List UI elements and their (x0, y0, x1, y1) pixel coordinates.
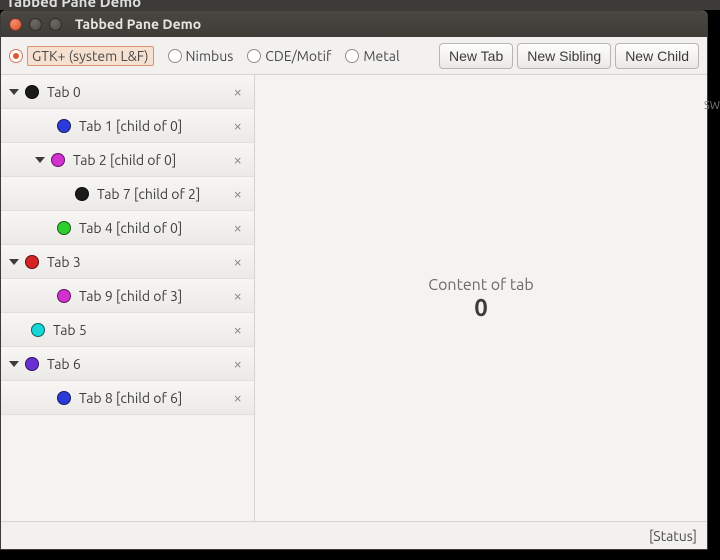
radio-label: Nimbus (186, 48, 234, 64)
lookandfeel-radio-metal[interactable]: Metal (345, 48, 399, 64)
close-tab-icon[interactable]: × (228, 151, 248, 168)
tab-label: Tab 8 [child of 6] (79, 390, 228, 406)
disclosure-triangle-icon[interactable] (9, 259, 19, 265)
tab-label: Tab 3 (47, 254, 228, 270)
window-minimize-button[interactable] (29, 18, 42, 31)
body: Tab 0×Tab 1 [child of 0]×Tab 2 [child of… (1, 75, 707, 521)
content-label: Content of tab (428, 276, 533, 294)
previous-window-title: Tabbed Pane Demo (6, 0, 141, 10)
tree-row[interactable]: Tab 0× (1, 75, 254, 109)
disclosure-spacer (35, 227, 51, 228)
tab-label: Tab 1 [child of 0] (79, 118, 228, 134)
toolbar: GTK+ (system L&F) Nimbus CDE/Motif Metal Ne… (1, 37, 707, 75)
tab-label: Tab 6 (47, 356, 228, 372)
tab-tree: Tab 0×Tab 1 [child of 0]×Tab 2 [child of… (1, 75, 255, 521)
tab-color-dot-icon (57, 289, 71, 303)
tree-row[interactable]: Tab 6× (1, 347, 254, 381)
tab-color-dot-icon (51, 153, 65, 167)
radio-icon (247, 49, 261, 63)
disclosure-spacer (35, 295, 51, 296)
disclosure-triangle-icon[interactable] (9, 89, 19, 95)
lookandfeel-radio-gtk[interactable]: GTK+ (system L&F) (9, 46, 154, 66)
tab-color-dot-icon (25, 255, 39, 269)
previous-window-titlebar: Tabbed Pane Demo (0, 0, 720, 10)
close-tab-icon[interactable]: × (228, 287, 248, 304)
new-sibling-button[interactable]: New Sibling (517, 43, 611, 69)
new-tab-button[interactable]: New Tab (439, 43, 513, 69)
close-tab-icon[interactable]: × (228, 253, 248, 270)
close-tab-icon[interactable]: × (228, 117, 248, 134)
tree-row[interactable]: Tab 1 [child of 0]× (1, 109, 254, 143)
disclosure-spacer (35, 125, 51, 126)
radio-icon (168, 49, 182, 63)
tab-color-dot-icon (57, 119, 71, 133)
close-tab-icon[interactable]: × (228, 185, 248, 202)
disclosure-spacer (9, 329, 25, 330)
radio-icon (345, 49, 359, 63)
lookandfeel-radio-nimbus[interactable]: Nimbus (168, 48, 234, 64)
tree-row[interactable]: Tab 3× (1, 245, 254, 279)
app-window: Tabbed Pane Demo GTK+ (system L&F) Nimbus… (0, 10, 708, 550)
close-tab-icon[interactable]: × (228, 83, 248, 100)
close-tab-icon[interactable]: × (228, 219, 248, 236)
lookandfeel-radio-group: GTK+ (system L&F) Nimbus CDE/Motif Metal (9, 46, 400, 66)
window-title: Tabbed Pane Demo (75, 16, 201, 32)
tree-row[interactable]: Tab 7 [child of 2]× (1, 177, 254, 211)
disclosure-spacer (53, 193, 69, 194)
background-debris-text: SW (704, 100, 720, 112)
tree-row[interactable]: Tab 4 [child of 0]× (1, 211, 254, 245)
tab-color-dot-icon (25, 85, 39, 99)
radio-label: CDE/Motif (265, 48, 331, 64)
disclosure-triangle-icon[interactable] (9, 361, 19, 367)
tree-row[interactable]: Tab 9 [child of 3]× (1, 279, 254, 313)
tab-color-dot-icon (57, 221, 71, 235)
tab-label: Tab 9 [child of 3] (79, 288, 228, 304)
close-tab-icon[interactable]: × (228, 389, 248, 406)
content-tab-index: 0 (474, 294, 488, 321)
window-close-button[interactable] (9, 18, 22, 31)
titlebar: Tabbed Pane Demo (1, 11, 707, 37)
disclosure-triangle-icon[interactable] (35, 157, 45, 163)
radio-label: GTK+ (system L&F) (27, 46, 154, 66)
background-debris (708, 10, 720, 560)
tab-label: Tab 7 [child of 2] (97, 186, 228, 202)
tab-color-dot-icon (25, 357, 39, 371)
tab-color-dot-icon (75, 187, 89, 201)
disclosure-spacer (35, 397, 51, 398)
tab-label: Tab 2 [child of 0] (73, 152, 228, 168)
tree-row[interactable]: Tab 2 [child of 0]× (1, 143, 254, 177)
tab-color-dot-icon (31, 323, 45, 337)
content-pane: Content of tab 0 (255, 75, 707, 521)
tab-label: Tab 5 (53, 322, 228, 338)
tab-label: Tab 4 [child of 0] (79, 220, 228, 236)
statusbar: [Status] (1, 521, 707, 549)
new-child-button[interactable]: New Child (615, 43, 699, 69)
window-maximize-button[interactable] (49, 18, 62, 31)
status-text: [Status] (649, 528, 697, 544)
close-tab-icon[interactable]: × (228, 321, 248, 338)
radio-label: Metal (363, 48, 399, 64)
tree-row[interactable]: Tab 8 [child of 6]× (1, 381, 254, 415)
tree-row[interactable]: Tab 5× (1, 313, 254, 347)
tab-label: Tab 0 (47, 84, 228, 100)
close-tab-icon[interactable]: × (228, 355, 248, 372)
toolbar-buttons: New Tab New Sibling New Child (439, 43, 699, 69)
radio-icon (9, 49, 23, 63)
tab-color-dot-icon (57, 391, 71, 405)
lookandfeel-radio-cde[interactable]: CDE/Motif (247, 48, 331, 64)
